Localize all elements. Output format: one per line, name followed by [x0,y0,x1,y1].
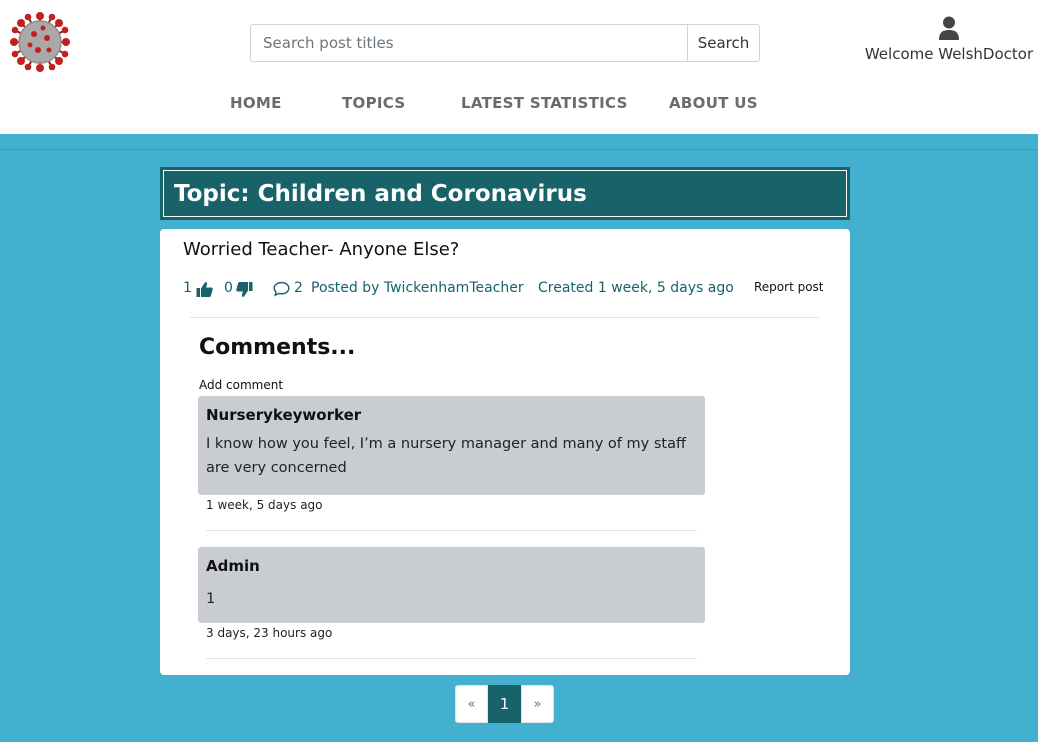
user-area: Welcome WelshDoctor [860,16,1038,63]
comment-item: Nurserykeyworker I know how you feel, I’… [198,396,705,495]
search-button[interactable]: Search [687,24,760,62]
post-title: Worried Teacher- Anyone Else? [183,239,460,260]
thumbs-up-icon[interactable] [196,281,213,302]
current-page-button[interactable]: 1 [488,685,521,723]
search-form: Search [250,24,760,62]
add-comment-link[interactable]: Add comment [199,378,283,392]
comment-item: Admin 1 [198,547,705,623]
comment-body: I know how you feel, I’m a nursery manag… [206,436,686,476]
comment-divider [206,658,697,659]
nav-about-us[interactable]: ABOUT US [669,94,758,112]
dislike-count: 0 [224,280,233,296]
prev-page-button[interactable]: « [455,685,488,723]
nav-latest-statistics[interactable]: LATEST STATISTICS [461,94,628,112]
main-nav: HOME TOPICS LATEST STATISTICS ABOUT US [0,94,1038,118]
topic-header: Topic: Children and Coronavirus [160,167,850,220]
user-icon[interactable] [938,16,960,40]
comment-divider [206,530,697,531]
site-header: Search Welcome WelshDoctor HOME TOPICS L… [0,0,1038,134]
comment-author: Nurserykeyworker [206,406,362,424]
post-divider [190,317,819,318]
comment-time: 3 days, 23 hours ago [206,626,333,640]
next-page-button[interactable]: » [521,685,554,723]
comment-count: 2 [294,280,303,296]
post-created: Created 1 week, 5 days ago [538,280,734,296]
nav-home[interactable]: HOME [230,94,282,112]
post-card: Worried Teacher- Anyone Else? 1 0 2 Post… [160,229,850,675]
nav-topics[interactable]: TOPICS [342,94,405,112]
header-divider [0,149,1038,150]
comment-icon[interactable] [273,281,290,301]
comments-heading: Comments... [199,335,356,360]
report-post-link[interactable]: Report post [754,280,824,294]
search-input[interactable] [250,24,687,62]
post-meta: 1 0 2 Posted by TwickenhamTeacher Create… [183,280,833,302]
comment-body: 1 [206,591,216,607]
comment-author: Admin [206,557,260,575]
welcome-text: Welcome WelshDoctor [864,45,1034,63]
thumbs-down-icon[interactable] [236,281,253,302]
pagination: « 1 » [455,685,554,723]
like-count: 1 [183,280,192,296]
coronavirus-logo-icon[interactable] [10,12,70,72]
comment-time: 1 week, 5 days ago [206,498,323,512]
post-author[interactable]: Posted by TwickenhamTeacher [311,280,524,296]
topic-title: Topic: Children and Coronavirus [174,181,587,207]
